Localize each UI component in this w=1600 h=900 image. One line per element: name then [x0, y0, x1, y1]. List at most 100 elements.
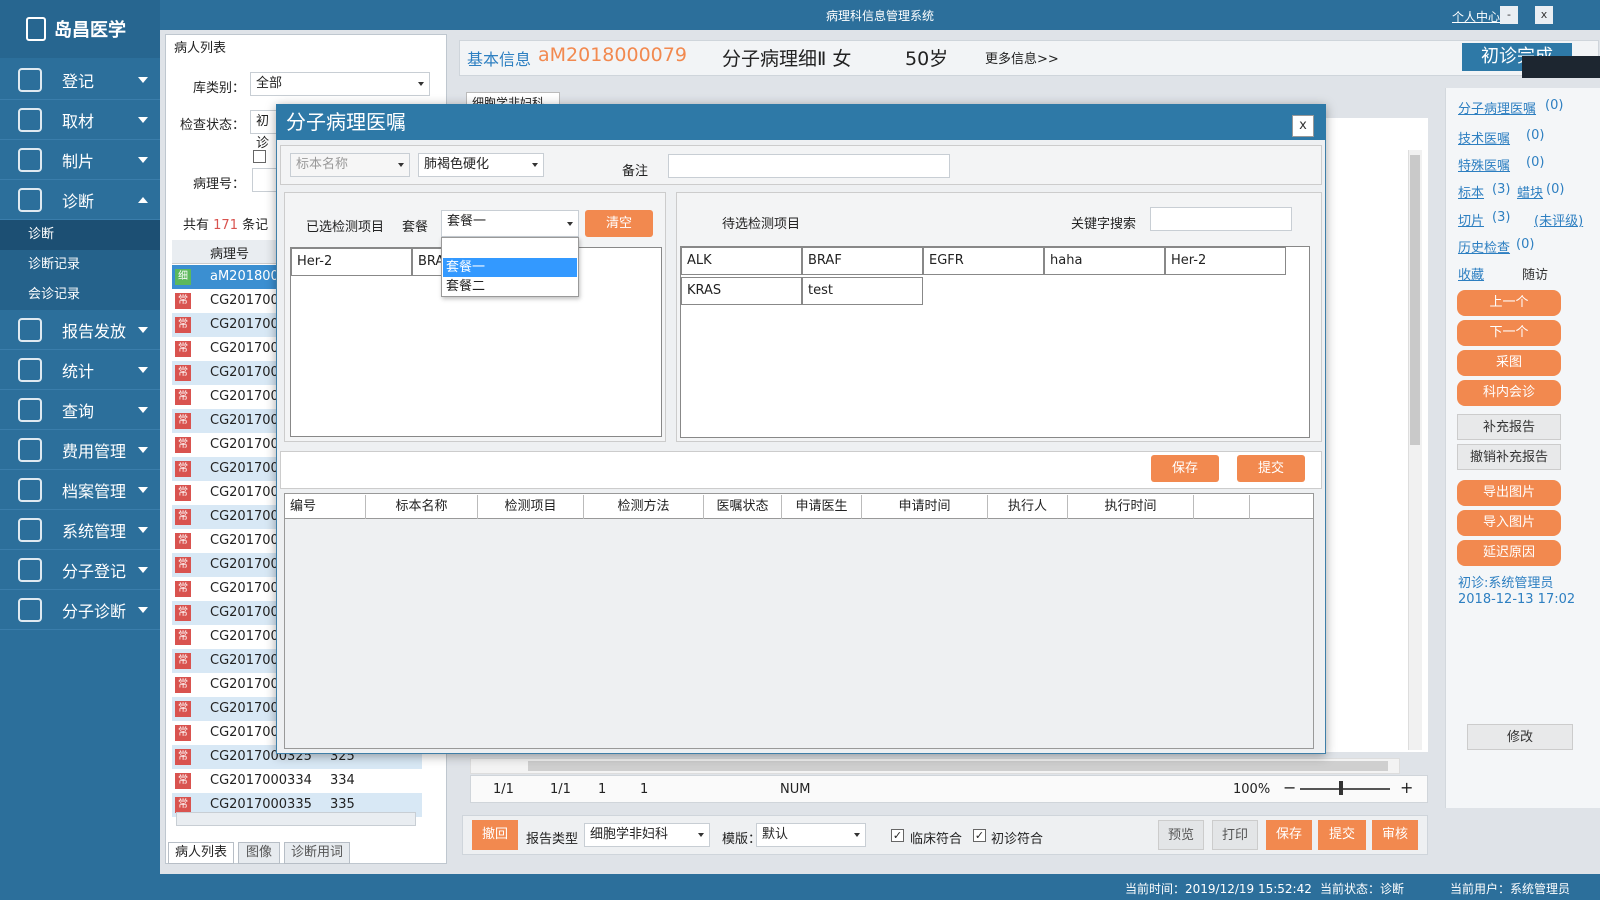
library-label: 库类别： — [193, 81, 246, 96]
preview-button[interactable]: 预览 — [1158, 820, 1204, 850]
modify-button[interactable]: 修改 — [1467, 724, 1573, 750]
package-option-1[interactable]: 套餐一 — [443, 258, 577, 277]
sidebar-item-0[interactable]: 登记 — [0, 60, 160, 100]
tab-images[interactable]: 图像 — [238, 842, 280, 864]
template-select[interactable]: 默认 — [756, 823, 866, 847]
pending-item-cell[interactable]: EGFR — [923, 247, 1044, 275]
right-action-button[interactable]: 科内会诊 — [1457, 380, 1561, 406]
right-action-button[interactable]: 采图 — [1457, 350, 1561, 376]
sidebar-item-3[interactable]: 诊断 — [0, 180, 160, 220]
chevron-down-icon — [138, 367, 148, 373]
chevron-down-icon — [532, 163, 538, 167]
sidebar-item-9[interactable]: 系统管理 — [0, 510, 160, 550]
sidebar-item-11[interactable]: 分子诊断 — [0, 590, 160, 630]
order-table — [284, 493, 1314, 749]
right-action-button[interactable]: 下一个 — [1457, 320, 1561, 346]
sidebar-subitem-0[interactable]: 诊断 — [0, 220, 160, 250]
block-link[interactable]: 蜡块 — [1517, 182, 1543, 201]
user-center-link[interactable]: 个人中心 — [1452, 8, 1500, 25]
dialog-save-button[interactable]: 保存 — [1151, 455, 1219, 482]
horizontal-scrollbar[interactable] — [176, 812, 416, 826]
tab-patient-list[interactable]: 病人列表 — [168, 842, 234, 864]
favorite-link[interactable]: 收藏 — [1458, 264, 1484, 283]
sidebar-item-10[interactable]: 分子登记 — [0, 550, 160, 590]
zoom-in-button[interactable]: + — [1400, 778, 1413, 797]
pending-item-cell[interactable]: ALK — [681, 247, 802, 275]
clear-button[interactable]: 清空 — [585, 210, 653, 237]
right-link-1[interactable]: 技术医嘱 — [1458, 128, 1510, 147]
more-info-link[interactable]: 更多信息>> — [985, 48, 1059, 67]
tab-diagnosis-terms[interactable]: 诊断用词 — [284, 842, 350, 864]
gear-icon — [18, 518, 42, 542]
right-supplement-button[interactable]: 补充报告 — [1457, 414, 1561, 440]
submit-button[interactable]: 提交 — [1318, 820, 1366, 850]
scrollbar-thumb[interactable] — [1410, 155, 1420, 445]
diagnosis-select[interactable]: 肺褐色硬化 — [418, 153, 544, 177]
right-supplement-button[interactable]: 撤销补充报告 — [1457, 444, 1561, 470]
zoom-slider[interactable] — [1300, 788, 1390, 790]
sidebar-item-label: 诊断 — [62, 191, 95, 211]
right-image-button[interactable]: 导入图片 — [1457, 510, 1561, 536]
followup-link[interactable]: 随访 — [1522, 264, 1548, 283]
case-type-badge: 常 — [175, 437, 191, 453]
pending-item-cell[interactable]: BRAF — [802, 247, 923, 275]
dialog-close-button[interactable]: x — [1292, 115, 1314, 137]
keyword-search-input[interactable] — [1150, 207, 1292, 231]
package-select[interactable]: 套餐一 — [441, 210, 579, 237]
zoom-slider-thumb[interactable] — [1339, 781, 1343, 795]
pending-item-cell[interactable]: Her-2 — [1165, 247, 1286, 275]
chevron-down-icon — [138, 567, 148, 573]
current-state: 当前状态：诊断 — [1320, 882, 1405, 896]
sidebar-item-4[interactable]: 报告发放 — [0, 310, 160, 350]
pending-item-cell[interactable]: KRAS — [681, 277, 802, 305]
audit-button[interactable]: 审核 — [1372, 820, 1418, 850]
selected-item-cell[interactable]: Her-2 — [291, 248, 412, 276]
remark-input[interactable] — [668, 154, 950, 178]
clinical-match-checkbox[interactable]: ✓ — [891, 829, 904, 842]
basic-info-label: 基本信息 — [467, 50, 532, 69]
zoom-out-button[interactable]: − — [1283, 778, 1296, 797]
undo-button[interactable]: 撤回 — [472, 820, 518, 850]
dialog-submit-button[interactable]: 提交 — [1237, 455, 1305, 482]
chart-icon — [18, 358, 42, 382]
case-type-badge: 常 — [175, 725, 191, 741]
right-image-button[interactable]: 延迟原因 — [1457, 540, 1561, 566]
case-type-badge: 常 — [175, 317, 191, 333]
block-count: (0) — [1546, 182, 1565, 197]
save-button[interactable]: 保存 — [1266, 820, 1312, 850]
viewer-hscroll-thumb[interactable] — [528, 761, 1388, 771]
print-button[interactable]: 打印 — [1212, 820, 1258, 850]
specimen-link[interactable]: 标本 — [1458, 182, 1484, 201]
sidebar-subitem-2[interactable]: 会诊记录 — [0, 280, 160, 310]
filter-checkbox[interactable] — [253, 150, 266, 163]
pending-item-cell[interactable]: haha — [1044, 247, 1165, 275]
package-option-2[interactable]: 套餐二 — [443, 277, 577, 296]
viewer-hscroll[interactable] — [470, 758, 1400, 774]
initial-match-checkbox[interactable]: ✓ — [973, 829, 986, 842]
report-type-select[interactable]: 细胞学非妇科 — [584, 823, 710, 847]
library-select[interactable]: 全部 — [250, 72, 430, 96]
right-link-0[interactable]: 分子病理医嘱 — [1458, 98, 1536, 117]
section-link[interactable]: 切片 — [1458, 210, 1484, 229]
sidebar-item-2[interactable]: 制片 — [0, 140, 160, 180]
right-image-button[interactable]: 导出图片 — [1457, 480, 1561, 506]
patient-row[interactable]: 常 CG2017000334 334 — [172, 769, 422, 793]
current-user: 当前用户：系统管理员 — [1450, 882, 1571, 896]
sidebar-subitem-1[interactable]: 诊断记录 — [0, 250, 160, 280]
sidebar-item-5[interactable]: 统计 — [0, 350, 160, 390]
minimize-button[interactable]: - — [1500, 6, 1518, 24]
pending-item-cell[interactable]: test — [802, 277, 923, 305]
sidebar-item-6[interactable]: 查询 — [0, 390, 160, 430]
sidebar-item-1[interactable]: 取材 — [0, 100, 160, 140]
right-link-2[interactable]: 特殊医嘱 — [1458, 155, 1510, 174]
history-link[interactable]: 历史检查 — [1458, 237, 1510, 256]
right-action-button[interactable]: 上一个 — [1457, 290, 1561, 316]
specimen-select[interactable]: 标本名称 — [290, 153, 410, 177]
report-type-label: 报告类型 — [526, 832, 579, 847]
section-count: (3) — [1492, 210, 1511, 225]
patient-no: 334 — [330, 773, 355, 788]
sidebar-item-7[interactable]: 费用管理 — [0, 430, 160, 470]
close-button[interactable]: x — [1535, 6, 1553, 24]
sidebar-item-8[interactable]: 档案管理 — [0, 470, 160, 510]
unrated-link[interactable]: (未评级) — [1534, 210, 1583, 229]
